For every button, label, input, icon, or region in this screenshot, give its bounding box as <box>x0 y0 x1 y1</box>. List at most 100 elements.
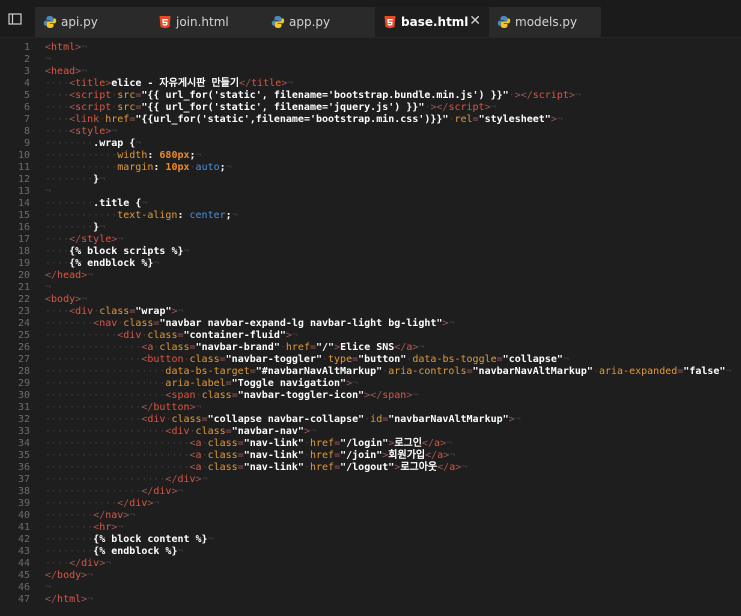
code-line[interactable]: 5 ····<script·src="{{ url_for('static', f… <box>0 90 741 102</box>
code-line[interactable]: 35 ························<a·class="nav-… <box>0 450 741 462</box>
code-token: aria-expanded <box>598 366 678 377</box>
line-code: ····</style>¬ <box>45 234 123 246</box>
line-number: 33 <box>17 426 30 437</box>
code-line[interactable]: 41 ········<hr>¬ <box>0 522 741 534</box>
code-token: {% endblock %} <box>93 546 178 557</box>
line-code: </html>¬ <box>45 594 93 606</box>
code-line[interactable]: 44 ····</div>¬ <box>0 558 741 570</box>
code-token: ¬ <box>287 78 294 89</box>
line-code: ····{% block scripts %}¬ <box>45 246 190 258</box>
sidebar-toggle-icon[interactable] <box>8 11 22 25</box>
line-code: ¬ <box>45 54 51 66</box>
code-token: ········ <box>45 318 94 329</box>
code-line[interactable]: 36 ························<a·class="nav-… <box>0 462 741 474</box>
code-line[interactable]: 3 <head>¬ <box>0 66 741 78</box>
code-line[interactable]: 27 ················<button·class="navbar-… <box>0 354 741 366</box>
line-number: 38 <box>17 486 30 497</box>
code-editor[interactable]: 1 <html>¬ 2 ¬ 3 <head>¬ 4 ····<title>elice - 자유… <box>0 38 741 616</box>
line-code: </head>¬ <box>45 270 93 282</box>
tab-app-py[interactable]: app.py <box>263 7 375 38</box>
code-token: "navbar-toggler-icon" <box>237 390 365 401</box>
code-token: "nav-link" <box>243 462 304 473</box>
code-line[interactable]: 12 ········}¬ <box>0 174 741 186</box>
html5-icon <box>158 15 172 29</box>
code-line[interactable]: 2 ¬ <box>0 54 741 66</box>
code-line[interactable]: 4 ····<title>elice - 자유게시판 만들기</title>¬ <box>0 78 741 90</box>
code-line[interactable]: 26 ················<a·class="navbar-brand… <box>0 342 741 354</box>
code-line[interactable]: 46 ¬ <box>0 582 741 594</box>
code-token: head <box>57 270 82 281</box>
tab-models-py[interactable]: models.py <box>489 7 601 38</box>
code-token: div <box>81 558 100 569</box>
code-line[interactable]: 29 ····················aria-label="Toggle… <box>0 378 741 390</box>
close-tab-icon[interactable]: ✕ <box>469 14 481 28</box>
code-line[interactable]: 7 ····<link·href="{{url_for('static',file… <box>0 114 741 126</box>
code-line[interactable]: 17 ····</style>¬ <box>0 234 741 246</box>
code-line[interactable]: 16 ········}¬ <box>0 222 741 234</box>
code-line[interactable]: 34 ························<a·class="nav-… <box>0 438 741 450</box>
code-line[interactable]: 39 ············</div>¬ <box>0 498 741 510</box>
code-line[interactable]: 15 ············text-align: center;¬ <box>0 210 741 222</box>
code-line[interactable]: 24 ········<nav·class="navbar navbar-expa… <box>0 318 741 330</box>
code-line[interactable]: 23 ····<div·class="wrap">¬ <box>0 306 741 318</box>
code-token: ¬ <box>201 474 208 485</box>
code-line[interactable]: 8 ····<style>¬ <box>0 126 741 138</box>
code-line[interactable]: 20 </head>¬ <box>0 270 741 282</box>
code-line[interactable]: 19 ····{% endblock %}¬ <box>0 258 741 270</box>
code-line[interactable]: 10 ············width: 680px;¬ <box>0 150 741 162</box>
code-line[interactable]: 42 ········{% block content %}¬ <box>0 534 741 546</box>
code-token: data-bs-toggle <box>412 354 497 365</box>
code-line[interactable]: 31 ················</button>¬ <box>0 402 741 414</box>
tab-base-html[interactable]: base.html ✕ <box>375 7 489 38</box>
line-code: ············margin: 10px·auto;¬ <box>45 162 232 174</box>
code-token: "navbarNavAltMarkup" <box>472 366 593 377</box>
code-line[interactable]: 40 ········</nav>¬ <box>0 510 741 522</box>
code-token: </ <box>437 462 450 473</box>
code-token: "wrap" <box>135 306 172 317</box>
code-token: ¬ <box>225 162 232 173</box>
line-code: ············<div·class="container-fluid"… <box>45 330 298 342</box>
code-token: "{{url_for('static',filename='bootstrap.… <box>135 114 449 125</box>
code-line[interactable]: 25 ············<div·class="container-flui… <box>0 330 741 342</box>
code-line[interactable]: 11 ············margin: 10px·auto;¬ <box>0 162 741 174</box>
code-token: ···· <box>45 306 70 317</box>
line-number: 39 <box>17 498 30 509</box>
line-code: ········.title {¬ <box>45 198 147 210</box>
code-token: class <box>201 390 232 401</box>
line-number: 41 <box>17 522 30 533</box>
tab-api-py[interactable]: api.py <box>35 7 150 38</box>
code-line[interactable]: 32 ················<div·class="collapse n… <box>0 414 741 426</box>
code-token: ············ <box>45 498 118 509</box>
code-line[interactable]: 28 ····················data-bs-target="#n… <box>0 366 741 378</box>
line-code: ············width: 680px;¬ <box>45 150 202 162</box>
code-token: hr <box>99 522 112 533</box>
code-line[interactable]: 30 ····················<span·class="navba… <box>0 390 741 402</box>
line-number: 16 <box>17 222 30 233</box>
tab-label: app.py <box>289 15 331 29</box>
code-line[interactable]: 13 ¬ <box>0 186 741 198</box>
line-code: ········{% block content %}¬ <box>45 534 214 546</box>
code-line[interactable]: 43 ········{% endblock %}¬ <box>0 546 741 558</box>
code-token: "Toggle navigation" <box>231 378 347 389</box>
code-token: "button" <box>358 354 407 365</box>
code-line[interactable]: 14 ········.title {¬ <box>0 198 741 210</box>
code-line[interactable]: 9 ········.wrap {¬ <box>0 138 741 150</box>
code-token: class <box>207 450 238 461</box>
code-line[interactable]: 33 ····················<div·class="navbar… <box>0 426 741 438</box>
line-code: ····················</div>¬ <box>45 474 208 486</box>
code-line[interactable]: 38 ················</div>¬ <box>0 486 741 498</box>
code-line[interactable]: 6 ····<script·src="{{ url_for('static', f… <box>0 102 741 114</box>
code-line[interactable]: 45 </body>¬ <box>0 570 741 582</box>
code-token: ¬ <box>153 498 160 509</box>
code-token: style <box>75 126 106 137</box>
line-code: ························<a·class="nav-li… <box>45 450 455 462</box>
code-line[interactable]: 1 <html>¬ <box>0 42 741 54</box>
code-line[interactable]: 47 </html>¬ <box>0 594 741 606</box>
code-token: div <box>147 414 166 425</box>
code-line[interactable]: 37 ····················</div>¬ <box>0 474 741 486</box>
tab-join-html[interactable]: join.html <box>150 7 263 38</box>
code-line[interactable]: 22 <body>¬ <box>0 294 741 306</box>
code-line[interactable]: 18 ····{% block scripts %}¬ <box>0 246 741 258</box>
code-line[interactable]: 21 ¬ <box>0 282 741 294</box>
code-token: ¬ <box>449 450 456 461</box>
